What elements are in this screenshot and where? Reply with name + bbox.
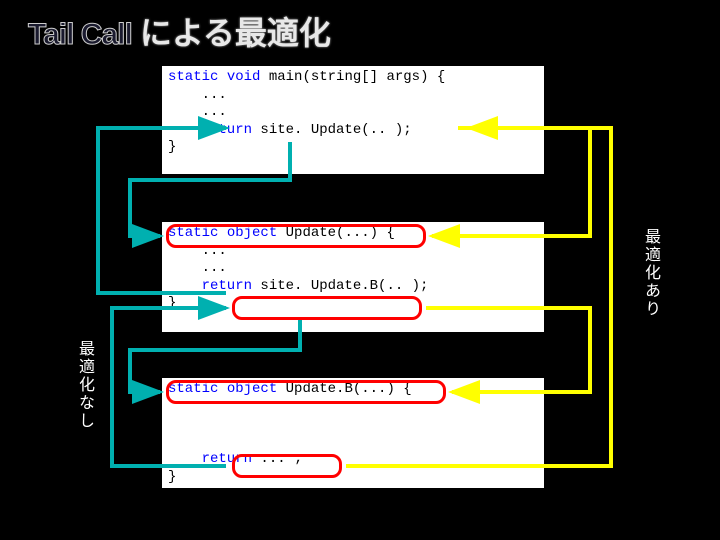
- code-text: ...: [168, 260, 227, 276]
- slide-title: Tail Call による最適化: [28, 8, 331, 54]
- title-english: Tail Call: [28, 18, 132, 52]
- code-text: site. Update(.. );: [252, 122, 412, 138]
- keyword-static: static: [168, 69, 218, 85]
- label-no-optimization: 最適化なし: [72, 340, 96, 430]
- highlight-final-return: [232, 454, 342, 478]
- keyword-void: void: [218, 69, 260, 85]
- code-text: ...: [168, 87, 227, 103]
- highlight-update-b-signature: [166, 380, 446, 404]
- code-text: }: [168, 295, 176, 311]
- code-text: main(string[] args) {: [260, 69, 445, 85]
- highlight-tail-call-update-b: [232, 296, 422, 320]
- label-with-optimization: 最適化あり: [638, 228, 662, 318]
- code-text: }: [168, 139, 176, 155]
- code-block-main: static void main(string[] args) { ... ..…: [162, 66, 544, 174]
- highlight-update-signature: [166, 224, 426, 248]
- code-text: site. Update.B(.. );: [252, 278, 428, 294]
- title-japanese: による最適化: [140, 8, 331, 54]
- keyword-return: return: [168, 122, 252, 138]
- code-text: }: [168, 469, 176, 485]
- keyword-return: return: [168, 278, 252, 294]
- code-text: ...: [168, 104, 227, 120]
